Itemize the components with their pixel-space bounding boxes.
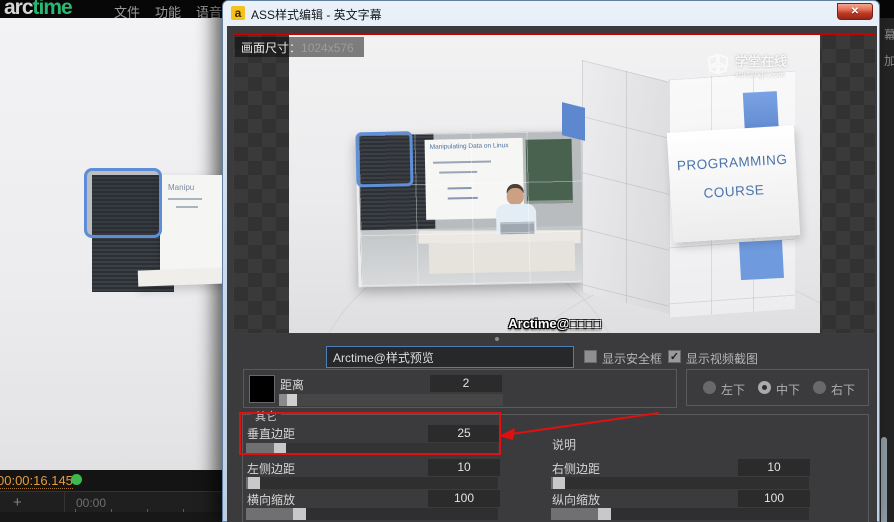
annotation-red-rectangle bbox=[239, 412, 501, 455]
horizontal-scale-slider[interactable] bbox=[246, 508, 498, 520]
ruler-start-label: 00:00 bbox=[76, 496, 107, 510]
slider-fill bbox=[246, 508, 293, 520]
dialog-title-bar[interactable]: a ASS样式编辑 - 英文字幕 ✕ bbox=[223, 1, 879, 26]
align-bottom-center-label[interactable]: 中下 bbox=[776, 381, 800, 398]
slider-handle[interactable] bbox=[598, 508, 611, 520]
watermark-name: 学堂在线 bbox=[735, 54, 788, 69]
slider-fill bbox=[279, 394, 287, 406]
vertical-scale-label: 纵向缩放 bbox=[552, 493, 601, 507]
slide-line bbox=[168, 198, 202, 200]
xuetangx-watermark: 学堂在线 xuetangx.com bbox=[707, 51, 787, 79]
show-safe-frame-label[interactable]: 显示安全框 bbox=[602, 350, 662, 367]
right-margin-slider[interactable] bbox=[551, 477, 809, 489]
main-right-panel-strip: 幕 加 bbox=[880, 18, 894, 522]
logo-arc: arc bbox=[4, 0, 34, 19]
screen: arctime 文件 功能 语音识别 Manipu 00:00:16.145 +… bbox=[0, 0, 894, 522]
align-bottom-right-radio[interactable] bbox=[813, 381, 826, 394]
left-margin-label: 左侧边距 bbox=[247, 462, 296, 476]
slide-line bbox=[176, 206, 198, 208]
classroom-video-wall: Manipulating Data on Linux bbox=[355, 130, 587, 288]
clipped-label-fragment: 幕 bbox=[884, 28, 894, 42]
course-title-line1: PROGRAMMING bbox=[676, 151, 788, 174]
divider bbox=[64, 492, 65, 513]
align-bottom-left-label[interactable]: 左下 bbox=[721, 381, 745, 398]
arctime-logo: arctime bbox=[4, 0, 73, 20]
slider-fill bbox=[551, 508, 598, 520]
logo-time: time bbox=[32, 0, 73, 19]
align-bottom-left-radio[interactable] bbox=[703, 381, 716, 394]
clipped-label-fragment: 加 bbox=[884, 54, 894, 68]
timeline-track-row bbox=[0, 512, 222, 522]
watermark-domain: xuetangx.com bbox=[735, 70, 785, 79]
align-bottom-center-radio[interactable] bbox=[758, 381, 771, 394]
color-swatch[interactable] bbox=[249, 375, 275, 403]
blue-tile-frame bbox=[355, 131, 414, 188]
dialog-title: ASS样式编辑 - 英文字幕 bbox=[251, 8, 382, 22]
frame-size-chip: 画面尺寸：1024x576 bbox=[235, 37, 364, 57]
course-title-panel: PROGRAMMING COURSE bbox=[666, 125, 801, 243]
main-video-preview: Manipu bbox=[0, 18, 222, 470]
right-margin-value[interactable]: 10 bbox=[738, 459, 810, 476]
distance-slider[interactable] bbox=[279, 394, 503, 406]
left-margin-value[interactable]: 10 bbox=[428, 459, 500, 476]
frame-size-label: 画面尺寸： bbox=[241, 41, 302, 55]
blue-screen-frame bbox=[84, 168, 162, 238]
lecture-desk bbox=[137, 267, 222, 287]
left-margin-slider[interactable] bbox=[246, 477, 498, 489]
distance-label: 距离 bbox=[280, 378, 305, 392]
slider-handle[interactable] bbox=[287, 394, 297, 406]
annotation-red-arrow bbox=[499, 412, 660, 440]
horizontal-scale-label: 横向缩放 bbox=[247, 493, 296, 507]
show-video-frame-label[interactable]: 显示视频截图 bbox=[686, 350, 758, 367]
video-preview-area: Manipulating Data on Linux bbox=[233, 34, 876, 334]
cube-left-face bbox=[582, 60, 670, 314]
arctime-app-icon: a bbox=[231, 6, 245, 20]
course-title-line2: COURSE bbox=[703, 182, 765, 201]
timeline-status-row: 00:00:16.145 bbox=[0, 470, 222, 491]
style-preview-text-input[interactable] bbox=[326, 346, 574, 368]
distance-value[interactable]: 2 bbox=[430, 375, 502, 392]
slider-handle[interactable] bbox=[248, 477, 260, 489]
blue-cube-tile bbox=[739, 239, 784, 281]
align-bottom-right-label[interactable]: 右下 bbox=[831, 381, 855, 398]
blue-cube-tile bbox=[562, 102, 585, 141]
video-frame-screenshot: Manipulating Data on Linux bbox=[289, 35, 820, 333]
xuetangx-cube-icon bbox=[708, 53, 728, 75]
close-button[interactable]: ✕ bbox=[837, 3, 873, 20]
zoom-plus-icon[interactable]: + bbox=[13, 494, 22, 511]
slider-handle[interactable] bbox=[553, 477, 565, 489]
frame-size-value: 1024x576 bbox=[301, 41, 354, 55]
current-timecode[interactable]: 00:00:16.145 bbox=[0, 473, 73, 489]
show-video-frame-checkbox[interactable]: ✓ bbox=[668, 350, 681, 363]
show-safe-frame-checkbox[interactable] bbox=[584, 350, 597, 363]
slider-handle[interactable] bbox=[293, 508, 306, 520]
ass-style-editor-dialog: a ASS样式编辑 - 英文字幕 ✕ Manipulating Data on … bbox=[222, 0, 880, 522]
splitter-dot bbox=[495, 337, 499, 341]
dialog-body: Manipulating Data on Linux bbox=[227, 26, 877, 522]
subtitle-preview-text: Arctime@□□□□ bbox=[508, 316, 601, 331]
projected-slide: Manipu bbox=[160, 175, 222, 279]
vertical-scale-value[interactable]: 100 bbox=[738, 490, 810, 507]
shadow-group: 距离 2 bbox=[243, 369, 677, 408]
scrollbar-thumb[interactable] bbox=[881, 437, 887, 522]
alignment-group: 左下 中下 右下 bbox=[686, 369, 869, 406]
status-green-dot bbox=[71, 474, 82, 485]
vertical-scale-slider[interactable] bbox=[551, 508, 809, 520]
horizontal-scale-value[interactable]: 100 bbox=[428, 490, 500, 507]
slide-text-fragment: Manipu bbox=[168, 183, 195, 192]
right-margin-label: 右侧边距 bbox=[552, 462, 601, 476]
